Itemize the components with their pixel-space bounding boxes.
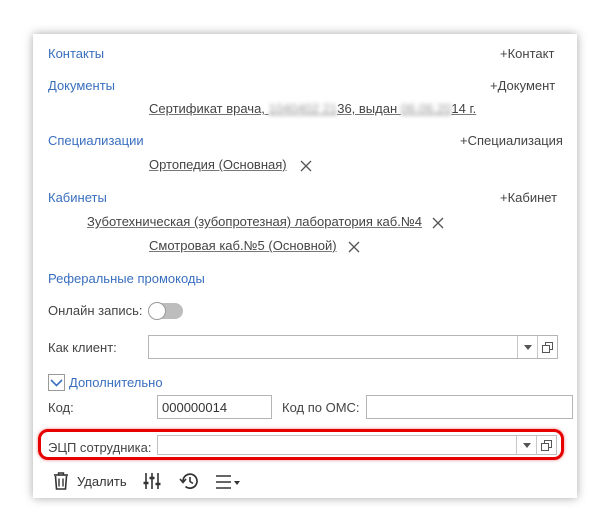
remove-cabinet-lab-icon[interactable] [431,216,445,230]
cabinet-item-lab[interactable]: Зуботехническая (зубопротезная) лаборато… [87,214,422,229]
online-booking-toggle[interactable] [148,302,183,320]
open-form-icon [542,341,553,353]
redacted-number: 1040402 21 [268,101,338,116]
as-client-field[interactable] [148,335,558,359]
documents-title[interactable]: Документы [48,78,115,93]
oms-code-field[interactable] [366,395,573,419]
document-item-certificate[interactable]: Сертификат врача, 1040402 2136, выдан 06… [149,101,476,116]
cabinets-title[interactable]: Кабинеты [48,190,107,205]
additional-section-toggle[interactable]: Дополнительно [69,375,163,390]
oms-code-label: Код по ОМС: [282,400,360,415]
chevron-expand-icon[interactable] [48,374,65,391]
online-booking-label: Онлайн запись: [48,303,143,318]
chevron-down-icon [523,344,532,350]
code-label: Код: [48,400,74,415]
toggle-knob [148,302,166,320]
add-contact-button[interactable]: +Контакт [500,46,554,61]
referral-promocodes-title[interactable]: Реферальные промокоды [48,271,205,286]
remove-cabinet-exam-icon[interactable] [347,240,361,254]
add-cabinet-button[interactable]: +Кабинет [500,190,557,205]
redacted-date: 06.06.20 [400,101,452,116]
history-icon[interactable] [179,471,200,491]
remove-specialization-icon[interactable] [299,159,313,173]
specialization-item[interactable]: Ортопедия (Основная) [149,157,287,172]
specializations-title[interactable]: Специализации [48,133,144,148]
settings-sliders-icon[interactable] [143,472,161,490]
add-document-button[interactable]: +Документ [490,78,555,93]
code-field[interactable]: 000000014 [157,395,272,419]
as-client-dropdown-button[interactable] [517,336,537,358]
delete-button[interactable]: Удалить [53,472,127,490]
contacts-title[interactable]: Контакты [48,46,104,61]
as-client-open-button[interactable] [537,336,557,358]
as-client-label: Как клиент: [48,340,117,355]
cabinet-item-exam[interactable]: Смотровая каб.№5 (Основной) [149,238,337,253]
more-menu-icon[interactable] [216,474,242,490]
trash-icon [54,472,68,490]
add-specialization-button[interactable]: +Специализация [460,133,563,148]
highlight-annotation [38,429,564,460]
